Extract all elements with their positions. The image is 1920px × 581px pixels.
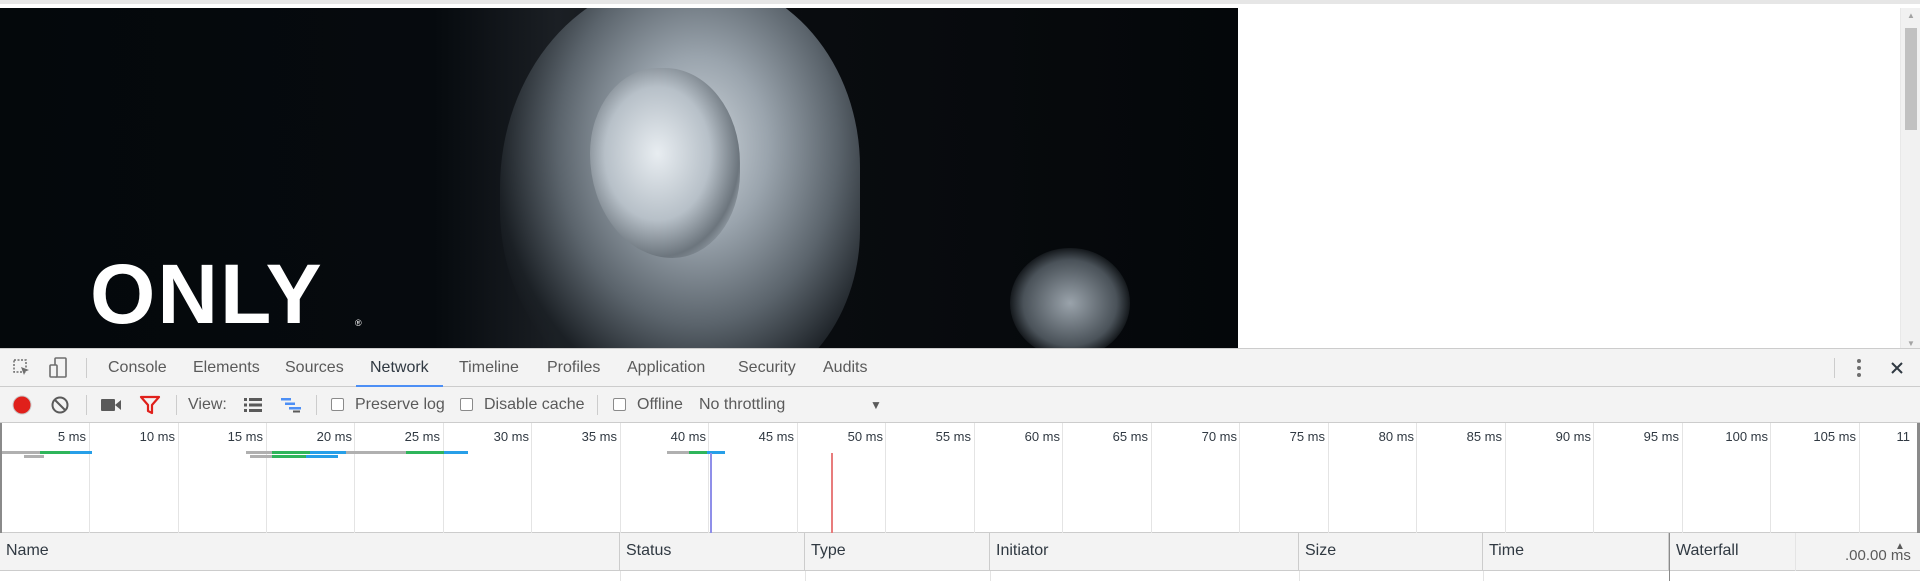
request-bar-waiting [250,455,272,458]
inspect-element-icon[interactable] [9,355,35,381]
requests-table-header: Name Status Type Initiator Size Time Wat… [0,533,1920,571]
large-request-rows-icon[interactable] [240,392,266,418]
disable-cache-label[interactable]: Disable cache [484,387,585,423]
tabbar-separator [86,358,87,378]
capture-screenshots-icon[interactable] [98,392,124,418]
offline-checkbox[interactable] [613,398,626,411]
tab-network[interactable]: Network [356,349,443,387]
sort-ascending-icon[interactable]: ▲ [1895,541,1905,552]
request-bar-receive [306,455,338,458]
request-bar-waiting [346,451,406,454]
more-options-icon[interactable] [1846,355,1872,381]
request-bar-waiting [246,451,272,454]
record-icon[interactable] [9,392,35,418]
hero-figure-hand [1010,248,1130,352]
tab-elements[interactable]: Elements [193,349,260,387]
device-toolbar-icon[interactable] [45,355,71,381]
request-bar-waiting [667,451,689,454]
scroll-up-arrow-icon[interactable]: ▲ [1901,8,1920,24]
load-event-line [831,453,833,533]
dom-content-loaded-line [710,453,712,533]
overview-request-bars [0,423,1920,533]
column-header-type[interactable]: Type [805,533,990,571]
column-header-name[interactable]: Name [0,533,620,571]
column-header-initiator[interactable]: Initiator [990,533,1299,571]
hero-banner-image: ONLY ® [0,8,1238,352]
request-bar-download [406,451,444,454]
preserve-log-label[interactable]: Preserve log [355,387,445,423]
column-header-size[interactable]: Size [1299,533,1483,571]
request-bar-waiting [24,455,44,458]
tab-console[interactable]: Console [108,349,167,387]
request-bar-download [272,455,306,458]
toolbar-separator-2 [176,395,177,415]
throttling-select[interactable]: No throttling [699,387,785,423]
scrollbar-thumb[interactable] [1905,28,1917,130]
request-bar-receive [70,451,92,454]
view-label: View: [188,396,227,413]
request-bar-download [689,451,707,454]
throttling-dropdown-arrow-icon[interactable]: ▼ [870,387,882,423]
request-bar-download [272,451,310,454]
tab-application[interactable]: Application [627,349,705,387]
page-scrollbar[interactable]: ▲ ▼ [1900,8,1920,352]
tab-timeline[interactable]: Timeline [459,349,519,387]
offline-label[interactable]: Offline [637,387,683,423]
request-bar-receive [310,451,346,454]
page-viewport: ONLY ® ▲ ▼ [0,0,1920,352]
toolbar-separator-1 [86,395,87,415]
tab-sources[interactable]: Sources [285,349,344,387]
waterfall-gridline [1795,533,1796,571]
column-header-time[interactable]: Time [1483,533,1669,571]
close-devtools-icon[interactable] [1884,355,1910,381]
clear-icon[interactable] [47,392,73,418]
network-toolbar: View: Preserve log Disable cache Offline… [0,387,1920,423]
tabbar-right-separator [1834,358,1835,378]
disable-cache-checkbox[interactable] [460,398,473,411]
show-overview-icon[interactable] [278,392,304,418]
toolbar-separator-4 [597,395,598,415]
tab-profiles[interactable]: Profiles [547,349,600,387]
brand-logo-registered-mark: ® [355,318,362,328]
column-header-status[interactable]: Status [620,533,805,571]
brand-logo: ONLY [90,247,324,341]
request-bar-waiting [2,451,40,454]
request-bar-receive [444,451,468,454]
filter-icon[interactable] [137,392,163,418]
devtools-panel: Console Elements Sources Network Timelin… [0,348,1920,581]
tab-security[interactable]: Security [738,349,796,387]
devtools-tab-bar: Console Elements Sources Network Timelin… [0,349,1920,387]
tab-audits[interactable]: Audits [823,349,867,387]
preserve-log-checkbox[interactable] [331,398,344,411]
request-bar-download [40,451,70,454]
toolbar-separator-3 [316,395,317,415]
